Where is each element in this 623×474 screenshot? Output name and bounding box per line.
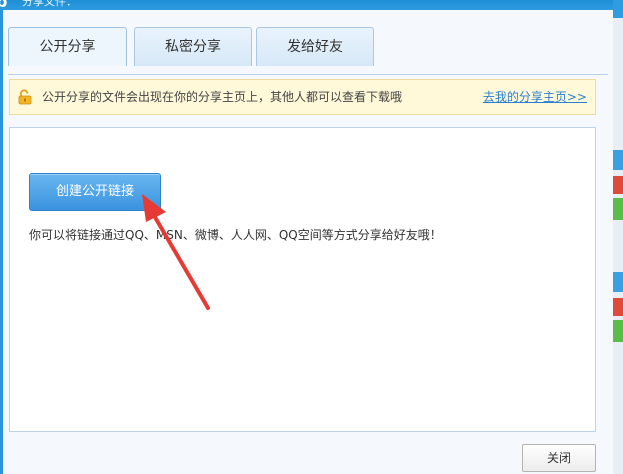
public-share-panel: 创建公开链接 你可以将链接通过QQ、MSN、微博、人人网、QQ空间等方式分享给好…	[9, 127, 596, 432]
notice-message: 公开分享的文件会出现在你的分享主页上，其他人都可以查看下载哦	[42, 90, 403, 104]
tab-private-share[interactable]: 私密分享	[134, 27, 252, 66]
share-hint-text: 你可以将链接通过QQ、MSN、微博、人人网、QQ空间等方式分享给好友哦！	[29, 228, 442, 242]
tab-divider	[8, 74, 608, 75]
annotation-arrow-icon	[142, 194, 210, 310]
close-button[interactable]: 关闭	[522, 444, 596, 472]
tab-public-share[interactable]: 公开分享	[8, 27, 127, 66]
background-window-strip	[613, 0, 623, 474]
window-title: 分享文件：	[22, 0, 77, 8]
share-dialog: 公开分享 私密分享 发给好友 公开分享的文件会出现在你的分享主页上，其他人都可以…	[3, 10, 613, 474]
unlock-icon	[18, 89, 32, 105]
notice-bar: 公开分享的文件会出现在你的分享主页上，其他人都可以查看下载哦 去我的分享主页>>	[9, 79, 596, 115]
title-bar: b 分享文件：	[0, 0, 623, 10]
app-logo-icon: b	[0, 0, 8, 10]
my-share-page-link[interactable]: 去我的分享主页>>	[483, 80, 587, 114]
tab-send-to-friend[interactable]: 发给好友	[256, 27, 374, 66]
